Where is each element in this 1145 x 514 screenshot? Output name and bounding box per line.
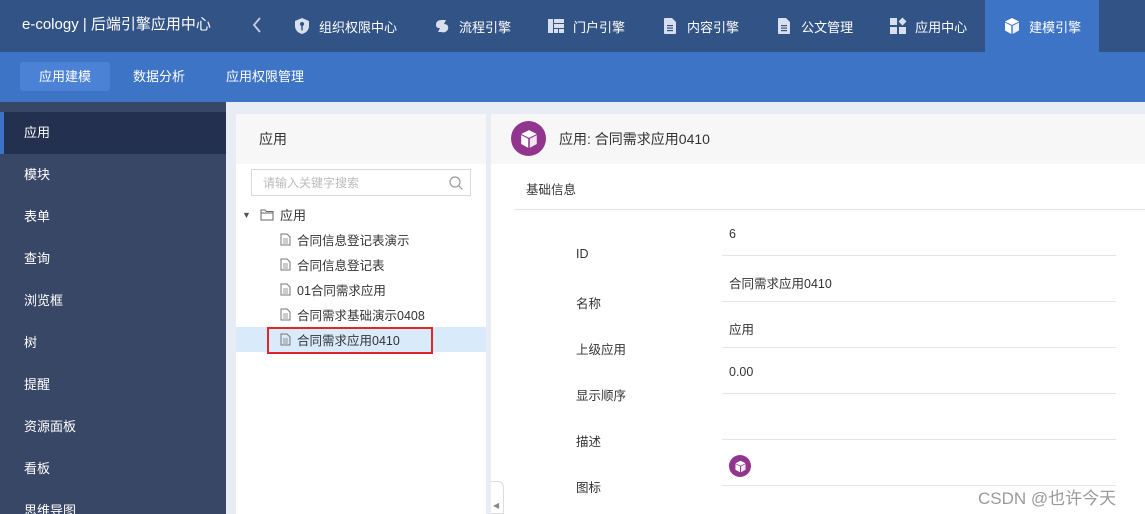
- topnav-org-permission[interactable]: 组织权限中心: [275, 0, 415, 52]
- tree-node-label: 合同信息登记表演示: [297, 234, 410, 248]
- brand-title: e-cology | 后端引擎应用中心: [22, 16, 211, 33]
- topnav-portal[interactable]: 门户引擎: [529, 0, 643, 52]
- sidebar-item-app[interactable]: 应用: [0, 112, 226, 154]
- tree-node[interactable]: 合同需求基础演示0408: [236, 302, 486, 327]
- back-button[interactable]: [247, 13, 267, 37]
- subtab-data-analysis[interactable]: 数据分析: [114, 62, 204, 91]
- sidebar-item-kanban[interactable]: 看板: [0, 448, 226, 490]
- topnav-label: 门户引擎: [573, 19, 626, 35]
- subtab-app-modeling[interactable]: 应用建模: [20, 62, 111, 91]
- topnav-label: 内容引擎: [687, 19, 740, 35]
- app-tree-panel: 应用 ▼ 应用 合同信息登记表演示 合同信息登记表 01合同需求应用 合同: [236, 114, 486, 514]
- tree-node[interactable]: 01合同需求应用: [236, 277, 486, 302]
- top-bar: e-cology | 后端引擎应用中心 组织权限中心 流程引擎 门户引擎 内容引…: [0, 0, 1145, 52]
- field-value: 6: [729, 227, 736, 241]
- field-value: [729, 455, 751, 477]
- sidebar-item-form[interactable]: 表单: [0, 196, 226, 238]
- sidebar-item-query[interactable]: 查询: [0, 238, 226, 280]
- app-grid-icon: [889, 17, 907, 35]
- tree-root-node[interactable]: ▼ 应用: [236, 202, 486, 227]
- app-cube-icon: [511, 121, 546, 156]
- divider: [722, 301, 1116, 302]
- topnav-label: 公文管理: [801, 19, 854, 35]
- top-nav: 组织权限中心 流程引擎 门户引擎 内容引擎 公文管理 应用中心 建模引擎: [275, 0, 1100, 52]
- workflow-icon: [433, 17, 451, 35]
- topnav-app-center[interactable]: 应用中心: [871, 0, 985, 52]
- subtab-app-permission[interactable]: 应用权限管理: [207, 62, 323, 91]
- watermark: CSDN @也许今天: [978, 489, 1117, 508]
- field-description: 描述: [491, 411, 1145, 457]
- tree-node-label: 合同需求应用0410: [297, 334, 400, 348]
- caret-down-icon[interactable]: ▼: [242, 210, 252, 220]
- divider: [722, 439, 1116, 440]
- divider: [722, 255, 1116, 256]
- topnav-label: 建模引擎: [1029, 19, 1082, 35]
- field-display-order: 显示顺序 0.00: [491, 365, 1145, 411]
- sub-nav: 应用建模 数据分析 应用权限管理: [0, 52, 1145, 102]
- caret-left-icon: ◀: [493, 501, 500, 510]
- cube-icon: [1003, 17, 1021, 35]
- topnav-label: 流程引擎: [459, 19, 512, 35]
- topnav-label: 组织权限中心: [319, 19, 398, 35]
- tree-node-label: 01合同需求应用: [297, 284, 386, 298]
- file-icon: [280, 258, 291, 271]
- field-label: 名称: [576, 297, 602, 311]
- topnav-content[interactable]: 内容引擎: [643, 0, 757, 52]
- detail-header: 应用: 合同需求应用0410: [491, 114, 1145, 164]
- collapse-panel-button[interactable]: ◀: [491, 481, 504, 514]
- topnav-official-docs[interactable]: 公文管理: [757, 0, 871, 52]
- field-label: 描述: [576, 435, 602, 449]
- divider: [514, 209, 1145, 210]
- tree-node[interactable]: 合同信息登记表: [236, 252, 486, 277]
- portal-layout-icon: [547, 17, 565, 35]
- cube-icon: [729, 455, 751, 477]
- topnav-modeling-engine[interactable]: 建模引擎: [985, 0, 1100, 52]
- tree-panel-title: 应用: [236, 114, 486, 164]
- field-value: 0.00: [729, 365, 754, 379]
- sidebar-item-mindmap[interactable]: 思维导图: [0, 490, 226, 514]
- field-id: ID 6: [491, 227, 1145, 273]
- file-icon: [280, 308, 291, 321]
- folder-icon: [260, 209, 274, 221]
- tree-node-label: 合同需求基础演示0408: [297, 309, 425, 323]
- app-detail-panel: 应用: 合同需求应用0410 基础信息 ID 6 名称 合同需求应用0410 上…: [491, 114, 1145, 514]
- field-name: 名称 合同需求应用0410: [491, 273, 1145, 319]
- tree-search: [251, 169, 471, 196]
- field-label: 图标: [576, 481, 602, 495]
- detail-title: 应用: 合同需求应用0410: [559, 131, 710, 147]
- document-icon: [661, 17, 679, 35]
- field-value: 应用: [729, 323, 755, 337]
- divider: [722, 393, 1116, 394]
- field-value: 合同需求应用0410: [729, 277, 832, 291]
- document-icon: [775, 17, 793, 35]
- tree-root-label: 应用: [280, 208, 307, 223]
- sidebar-item-browser[interactable]: 浏览框: [0, 280, 226, 322]
- chevron-left-icon: [247, 13, 267, 37]
- topnav-label: 应用中心: [915, 19, 968, 35]
- tree-node-selected[interactable]: 合同需求应用0410: [236, 327, 486, 352]
- tree-search-input[interactable]: [252, 170, 437, 195]
- section-basic-info: 基础信息: [526, 183, 577, 197]
- search-icon[interactable]: [448, 175, 464, 191]
- sidebar-item-tree[interactable]: 树: [0, 322, 226, 364]
- shield-key-icon: [293, 17, 311, 35]
- field-label: 显示顺序: [576, 389, 627, 403]
- field-parent-app: 上级应用 应用: [491, 319, 1145, 365]
- file-icon: [280, 333, 291, 346]
- tree-node-label: 合同信息登记表: [297, 259, 385, 273]
- left-sidebar: 应用 模块 表单 查询 浏览框 树 提醒 资源面板 看板 思维导图: [0, 102, 226, 514]
- field-label: 上级应用: [576, 343, 627, 357]
- tree-node[interactable]: 合同信息登记表演示: [236, 227, 486, 252]
- divider: [722, 347, 1116, 348]
- file-icon: [280, 283, 291, 296]
- field-label: ID: [576, 247, 589, 261]
- sidebar-item-reminder[interactable]: 提醒: [0, 364, 226, 406]
- file-icon: [280, 233, 291, 246]
- app-tree: ▼ 应用 合同信息登记表演示 合同信息登记表 01合同需求应用 合同需求基础演示…: [236, 202, 486, 352]
- sidebar-item-module[interactable]: 模块: [0, 154, 226, 196]
- topnav-workflow[interactable]: 流程引擎: [415, 0, 529, 52]
- sidebar-item-resource-panel[interactable]: 资源面板: [0, 406, 226, 448]
